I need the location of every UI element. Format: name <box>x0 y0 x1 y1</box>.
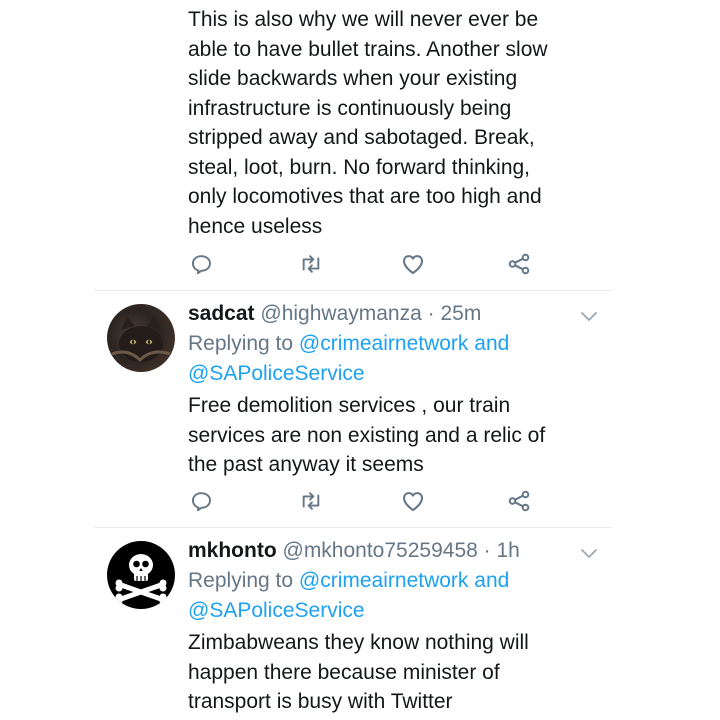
mention-link[interactable]: @crimeairnetwork <box>299 569 469 592</box>
avatar[interactable] <box>107 304 175 372</box>
reply-button[interactable] <box>188 488 214 514</box>
tweet-text: Free demolition services , our train ser… <box>188 391 680 480</box>
tweet-text-line: stripped away and sabotaged. Break, <box>188 126 535 149</box>
tweet-text-line: only locomotives that are too high and <box>188 185 542 208</box>
chevron-down-icon[interactable] <box>580 547 598 559</box>
tweet-header: sadcat @highwaymanza · 25m <box>188 299 481 329</box>
tweet-text-line: slide backwards when your existing <box>188 67 518 90</box>
tweet-text-line: This is also why we will never ever be <box>188 8 539 31</box>
tweet-header: mkhonto @mkhonto75259458 · 1h <box>188 536 520 566</box>
display-name[interactable]: sadcat <box>188 302 255 325</box>
replying-to: Replying to @crimeairnetwork and @SAPoli… <box>188 329 509 388</box>
replying-prefix: Replying to <box>188 569 294 592</box>
reply-and: and <box>474 569 510 592</box>
share-button[interactable] <box>506 251 532 277</box>
tweet[interactable]: sadcat @highwaymanza · 25m Replying to @… <box>0 291 720 527</box>
tweet-text-line: infrastructure is continuously being <box>188 96 512 120</box>
user-handle[interactable]: @highwaymanza <box>260 302 421 325</box>
heart-icon <box>402 492 424 512</box>
separator: · <box>483 539 491 562</box>
separator: · <box>427 302 435 325</box>
tweet-text-line: Free demolition services , our train <box>188 394 511 417</box>
tweet-actions <box>188 488 538 518</box>
retweet-icon <box>302 255 320 273</box>
mention-link[interactable]: @SAPoliceService <box>188 362 365 385</box>
tweet-text-line: able to have bullet trains. Another slow <box>188 37 548 61</box>
avatar[interactable] <box>107 541 175 609</box>
timestamp[interactable]: 1h <box>496 539 519 562</box>
tweet[interactable]: This is also why we will never ever be a… <box>0 0 720 290</box>
display-name[interactable]: mkhonto <box>188 539 277 562</box>
tweet-text-line: the past anyway it seems <box>188 453 424 476</box>
heart-icon <box>402 255 424 275</box>
skull-crossbones-avatar-image <box>115 554 167 605</box>
share-button[interactable] <box>506 488 532 514</box>
retweet-button[interactable] <box>298 488 324 514</box>
mention-link[interactable]: @crimeairnetwork <box>299 332 469 355</box>
mention-link[interactable]: @SAPoliceService <box>188 599 365 622</box>
tweet-text-line: hence useless <box>188 214 323 238</box>
tweet-text: This is also why we will never ever be a… <box>188 5 680 241</box>
tweet-feed: This is also why we will never ever be a… <box>0 0 720 720</box>
replying-prefix: Replying to <box>188 332 294 355</box>
tweet-text-line: Zimbabweans they know nothing will <box>188 631 529 654</box>
like-button[interactable] <box>400 251 426 277</box>
tweet-text-line: services are non existing and a relic of <box>188 423 546 447</box>
retweet-button[interactable] <box>298 251 324 277</box>
share-icon <box>508 490 530 512</box>
tweet[interactable]: mkhonto @mkhonto75259458 · 1h Replying t… <box>0 528 720 720</box>
cat-avatar-image <box>111 316 171 363</box>
like-button[interactable] <box>400 488 426 514</box>
tweet-text-line: transport is busy with Twitter <box>188 690 453 713</box>
replying-to: Replying to @crimeairnetwork and @SAPoli… <box>188 566 509 625</box>
tweet-text-line: steal, loot, burn. No forward thinking, <box>188 155 531 179</box>
timestamp[interactable]: 25m <box>440 302 481 325</box>
retweet-icon <box>302 492 320 510</box>
reply-icon <box>191 255 211 275</box>
tweet-actions <box>188 251 538 281</box>
user-handle[interactable]: @mkhonto75259458 <box>283 539 478 562</box>
reply-and: and <box>474 332 510 355</box>
share-icon <box>508 253 530 275</box>
tweet-text-line: happen there because minister of <box>188 660 500 684</box>
chevron-down-icon[interactable] <box>580 310 598 322</box>
reply-icon <box>191 492 211 512</box>
reply-button[interactable] <box>188 251 214 277</box>
tweet-text: Zimbabweans they know nothing will happe… <box>188 628 680 717</box>
